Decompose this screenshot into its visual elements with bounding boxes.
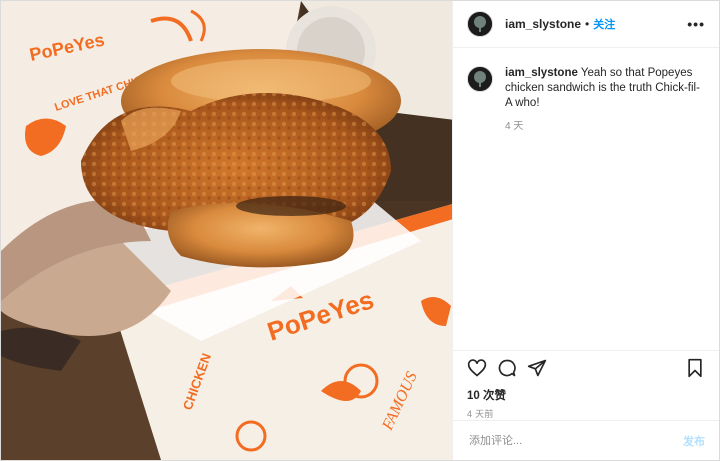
post-side-panel: iam_slystone • 关注 ••• iam_slystone Yeah … <box>452 1 719 460</box>
comment-icon[interactable] <box>497 358 517 383</box>
comments-section: iam_slystone Yeah so that Popeyes chicke… <box>453 48 719 350</box>
bookmark-icon[interactable] <box>685 358 705 383</box>
chicken-sandwich-image: PoPeYes LOVE THAT CHICKEN PoPeYes CHICKE… <box>1 1 452 460</box>
avatar-tree-icon <box>468 67 492 91</box>
caption: iam_slystone Yeah so that Popeyes chicke… <box>467 66 705 134</box>
post-comment-button[interactable]: 发布 <box>683 433 705 449</box>
add-comment-bar: 发布 <box>453 420 719 460</box>
heart-icon[interactable] <box>467 358 487 383</box>
follow-button[interactable]: 关注 <box>593 16 615 32</box>
action-icons <box>467 358 705 383</box>
caption-time: 4 天 <box>505 121 524 132</box>
avatar[interactable] <box>467 11 493 37</box>
comment-input[interactable] <box>467 433 683 448</box>
header-username[interactable]: iam_slystone <box>505 17 581 31</box>
more-options-icon[interactable]: ••• <box>687 16 705 32</box>
likes-count[interactable]: 10 次赞 <box>467 387 705 403</box>
header-separator: • <box>585 17 590 31</box>
share-icon[interactable] <box>527 358 547 383</box>
caption-username[interactable]: iam_slystone <box>505 67 578 79</box>
caption-body: iam_slystone Yeah so that Popeyes chicke… <box>505 66 705 134</box>
avatar-tree-icon <box>468 12 492 36</box>
post-date: 4 天前 <box>467 409 494 419</box>
caption-avatar[interactable] <box>467 66 493 92</box>
post-header: iam_slystone • 关注 ••• <box>453 1 719 48</box>
post-photo[interactable]: PoPeYes LOVE THAT CHICKEN PoPeYes CHICKE… <box>1 1 452 460</box>
post-actions: 10 次赞 4 天前 <box>453 350 719 420</box>
post-modal: PoPeYes LOVE THAT CHICKEN PoPeYes CHICKE… <box>0 0 720 461</box>
